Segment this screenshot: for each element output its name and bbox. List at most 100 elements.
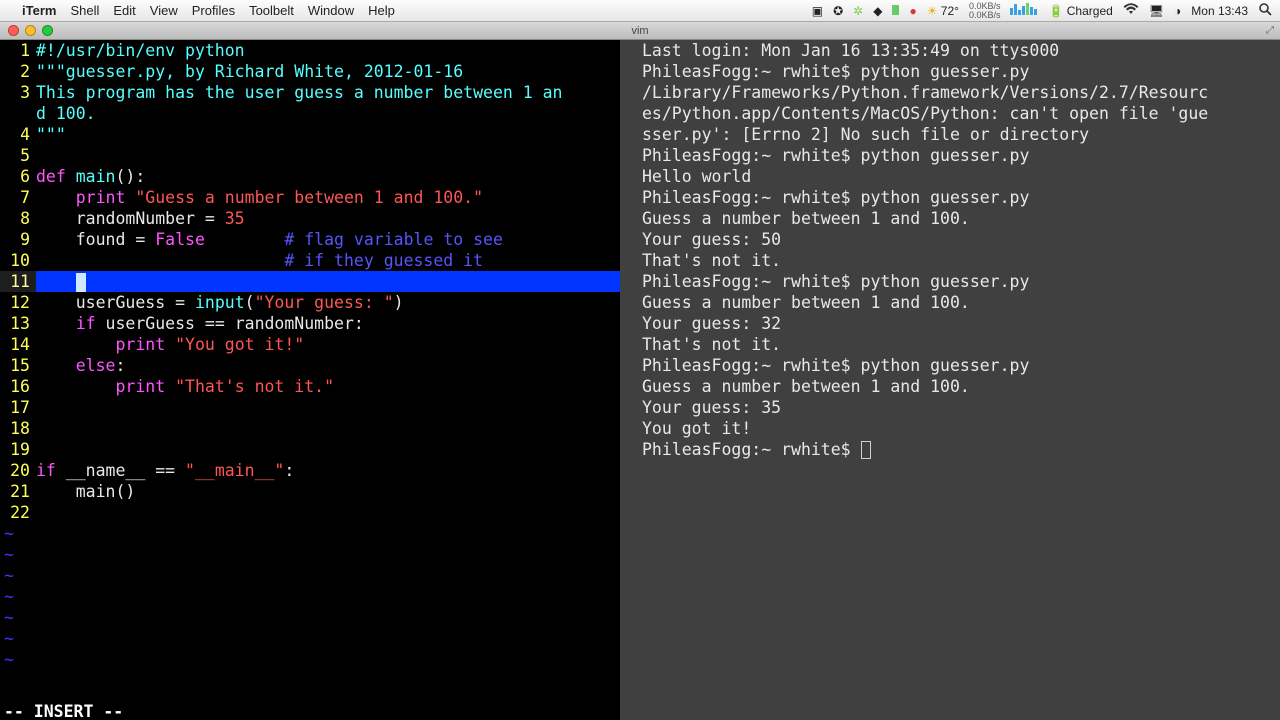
line-number: 21 <box>0 481 36 502</box>
shell-line: Guess a number between 1 and 100. <box>642 376 1276 397</box>
code-content <box>36 502 620 523</box>
vim-empty-line: ~ <box>0 523 620 544</box>
status-icon[interactable]: ✲ <box>853 4 863 18</box>
shell-line: PhileasFogg:~ rwhite$ python guesser.py <box>642 187 1276 208</box>
code-line: 6def main(): <box>0 166 620 187</box>
display-icon[interactable]: 🖥 <box>1149 4 1164 18</box>
shell-line: Guess a number between 1 and 100. <box>642 292 1276 313</box>
temperature-status[interactable]: ☀ 72° <box>927 4 959 18</box>
menu-toolbelt[interactable]: Toolbelt <box>249 3 294 18</box>
code-line: d 100. <box>0 103 620 124</box>
code-content: main() <box>36 481 620 502</box>
wifi-icon[interactable] <box>1123 3 1139 18</box>
code-content <box>36 271 620 292</box>
vim-empty-line: ~ <box>0 607 620 628</box>
menu-help[interactable]: Help <box>368 3 395 18</box>
menu-shell[interactable]: Shell <box>70 3 99 18</box>
shell-prompt-line[interactable]: PhileasFogg:~ rwhite$ <box>642 439 1276 460</box>
close-window-button[interactable] <box>8 25 19 36</box>
vim-empty-line: ~ <box>0 565 620 586</box>
line-number: 3 <box>0 82 36 103</box>
line-number <box>0 103 36 124</box>
vim-pane[interactable]: 1#!/usr/bin/env python2"""guesser.py, by… <box>0 40 620 720</box>
zoom-window-button[interactable] <box>42 25 53 36</box>
vim-empty-line: ~ <box>0 586 620 607</box>
code-line: 10 # if they guessed it <box>0 250 620 271</box>
code-line: 18 <box>0 418 620 439</box>
code-content: if __name__ == "__main__": <box>36 460 620 481</box>
spotlight-icon[interactable] <box>1258 2 1272 19</box>
code-content: d 100. <box>36 103 620 124</box>
code-content: randomNumber = 35 <box>36 208 620 229</box>
line-number: 9 <box>0 229 36 250</box>
line-number: 13 <box>0 313 36 334</box>
line-number: 14 <box>0 334 36 355</box>
vim-empty-line: ~ <box>0 649 620 670</box>
shell-prompt: PhileasFogg:~ rwhite$ <box>642 440 861 459</box>
shell-line: /Library/Frameworks/Python.framework/Ver… <box>642 82 1276 103</box>
minimize-window-button[interactable] <box>25 25 36 36</box>
app-name[interactable]: iTerm <box>22 3 56 18</box>
terminal-split: 1#!/usr/bin/env python2"""guesser.py, by… <box>0 40 1280 720</box>
code-content: else: <box>36 355 620 376</box>
code-line: 2"""guesser.py, by Richard White, 2012-0… <box>0 61 620 82</box>
activity-bars-icon[interactable] <box>1010 3 1038 18</box>
code-content: """guesser.py, by Richard White, 2012-01… <box>36 61 620 82</box>
shell-line: PhileasFogg:~ rwhite$ python guesser.py <box>642 271 1276 292</box>
shell-line: Your guess: 50 <box>642 229 1276 250</box>
shell-line: Your guess: 32 <box>642 313 1276 334</box>
vim-empty-line: ~ <box>0 544 620 565</box>
shell-line: Hello world <box>642 166 1276 187</box>
line-number: 20 <box>0 460 36 481</box>
status-icon[interactable]: ◆ <box>873 4 882 18</box>
macos-menubar: iTerm Shell Edit View Profiles Toolbelt … <box>0 0 1280 22</box>
code-line: 7 print "Guess a number between 1 and 10… <box>0 187 620 208</box>
expand-icon[interactable]: ⤢ <box>1266 25 1274 36</box>
code-line: 5 <box>0 145 620 166</box>
shell-line: PhileasFogg:~ rwhite$ python guesser.py <box>642 145 1276 166</box>
status-icon[interactable]: ✪ <box>833 4 843 18</box>
line-number: 22 <box>0 502 36 523</box>
pane-divider[interactable] <box>620 40 638 720</box>
code-line: 15 else: <box>0 355 620 376</box>
sync-icon[interactable]: ◑ <box>1174 4 1181 18</box>
menu-profiles[interactable]: Profiles <box>192 3 235 18</box>
menu-view[interactable]: View <box>150 3 178 18</box>
code-content: if userGuess == randomNumber: <box>36 313 620 334</box>
window-title: vim <box>631 25 648 37</box>
window-titlebar: vim ⤢ <box>0 22 1280 40</box>
line-number: 1 <box>0 40 36 61</box>
shell-line: You got it! <box>642 418 1276 439</box>
shell-pane[interactable]: Last login: Mon Jan 16 13:35:49 on ttys0… <box>638 40 1280 720</box>
code-line: 3This program has the user guess a numbe… <box>0 82 620 103</box>
vim-cursor <box>76 273 86 292</box>
code-line: 20if __name__ == "__main__": <box>0 460 620 481</box>
line-number: 2 <box>0 61 36 82</box>
shell-line: PhileasFogg:~ rwhite$ python guesser.py <box>642 355 1276 376</box>
network-status[interactable]: 0.0KB/s0.0KB/s <box>969 2 1001 20</box>
line-number: 4 <box>0 124 36 145</box>
code-content: print "That's not it." <box>36 376 620 397</box>
line-number: 6 <box>0 166 36 187</box>
code-content: #!/usr/bin/env python <box>36 40 620 61</box>
vim-empty-line: ~ <box>0 628 620 649</box>
status-icon[interactable] <box>892 4 899 18</box>
battery-status[interactable]: 🔋 Charged <box>1048 4 1112 18</box>
code-line: 17 <box>0 397 620 418</box>
line-number: 16 <box>0 376 36 397</box>
status-icon[interactable]: ● <box>909 4 916 18</box>
code-line: 1#!/usr/bin/env python <box>0 40 620 61</box>
code-content: This program has the user guess a number… <box>36 82 620 103</box>
menu-window[interactable]: Window <box>308 3 354 18</box>
menu-edit[interactable]: Edit <box>113 3 135 18</box>
code-content: print "You got it!" <box>36 334 620 355</box>
code-line: 16 print "That's not it." <box>0 376 620 397</box>
code-content: # if they guessed it <box>36 250 620 271</box>
status-icon[interactable]: ▣ <box>812 4 823 18</box>
line-number: 17 <box>0 397 36 418</box>
code-content: found = False # flag variable to see <box>36 229 620 250</box>
shell-cursor <box>861 441 871 459</box>
line-number: 7 <box>0 187 36 208</box>
code-content: userGuess = input("Your guess: ") <box>36 292 620 313</box>
clock[interactable]: Mon 13:43 <box>1191 4 1248 18</box>
